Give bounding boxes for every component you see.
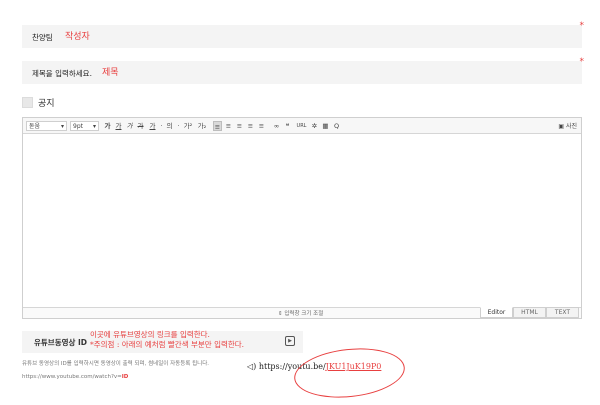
link-icon[interactable]: ∞: [272, 121, 281, 131]
author-field-row[interactable]: 찬양팀 작성자 *: [22, 21, 584, 48]
align-right-button[interactable]: ≡: [235, 121, 244, 131]
font-color-button[interactable]: 가: [148, 121, 157, 131]
chevron-down-icon: ▾: [60, 123, 64, 130]
play-icon[interactable]: ▶: [285, 336, 295, 346]
notice-checkbox[interactable]: [22, 97, 33, 108]
help-url-id: ID: [121, 374, 129, 380]
youtube-id-input[interactable]: 이곳에 유튜브영상의 링크를 입력한다. *주의점 : 아래의 예처럼 빨간색 …: [90, 330, 244, 350]
photo-label: 사진: [565, 123, 577, 130]
rich-text-editor[interactable]: 돋움 ▾ 9pt ▾ 가 가 가 가 가 · 의 · 가² 가₂ ≡ ≡ ≡ ≡…: [22, 117, 582, 319]
size-select-value: 9pt: [73, 123, 83, 130]
font-select-value: 돋움: [29, 123, 41, 130]
highlight-circle: [291, 343, 408, 403]
notice-label: 공지: [38, 99, 55, 109]
youtube-note-line1: 이곳에 유튜브영상의 링크를 입력한다.: [90, 330, 210, 339]
background-color-button[interactable]: 의: [165, 121, 174, 131]
image-icon: ▣: [558, 123, 565, 130]
author-input[interactable]: 작성자: [65, 29, 90, 42]
help-url-prefix: https://www.youtube.com/watch?v=: [22, 374, 122, 380]
strikethrough-button[interactable]: 가: [136, 121, 145, 131]
resize-handle[interactable]: ⇕ 입력창 크기 조절: [278, 309, 323, 317]
editor-mode-tab[interactable]: Editor: [480, 307, 513, 318]
youtube-help-url: https://www.youtube.com/watch?v=ID: [22, 374, 128, 380]
title-label: 제목을 입력하세요.: [32, 69, 92, 78]
editor-content-area[interactable]: [23, 134, 581, 308]
url-button[interactable]: URL: [295, 121, 308, 131]
text-mode-tab[interactable]: TEXT: [546, 307, 579, 318]
italic-button[interactable]: 가: [125, 121, 134, 131]
youtube-note-line2: *주의점 : 아래의 예처럼 빨간색 부분만 입력한다.: [90, 340, 245, 349]
youtube-help-text: 유튜브 동영상의 ID를 입력하시면 동영상이 출력 되며, 썸네일이 자동등록…: [22, 361, 210, 367]
font-select[interactable]: 돋움 ▾: [26, 121, 67, 131]
clear-format-button[interactable]: ≡: [257, 121, 266, 131]
table-icon[interactable]: ▦: [321, 121, 330, 131]
superscript-button[interactable]: 가²: [182, 121, 194, 131]
align-left-button[interactable]: ≡: [213, 121, 222, 131]
required-mark: *: [579, 57, 585, 67]
align-justify-button[interactable]: ≡: [246, 121, 255, 131]
align-center-button[interactable]: ≡: [224, 121, 233, 131]
author-label: 찬양팀: [32, 33, 53, 42]
title-input[interactable]: 제목: [102, 65, 119, 78]
bold-button[interactable]: 가: [103, 121, 112, 131]
title-field-row[interactable]: 제목을 입력하세요. 제목 *: [22, 57, 584, 84]
editor-toolbar: 돋움 ▾ 9pt ▾ 가 가 가 가 가 · 의 · 가² 가₂ ≡ ≡ ≡ ≡…: [23, 118, 581, 134]
subscript-button[interactable]: 가₂: [196, 121, 208, 131]
editor-footer: ⇕ 입력창 크기 조절 Editor HTML TEXT: [23, 307, 581, 318]
underline-button[interactable]: 가: [114, 121, 123, 131]
youtube-id-label: 유튜브동영상 ID: [34, 338, 88, 347]
chevron-down-icon: ▾: [92, 123, 96, 130]
quote-icon[interactable]: ❝: [283, 121, 292, 131]
speaker-icon: ◁): [247, 362, 257, 371]
special-char-icon[interactable]: ✲: [310, 121, 319, 131]
search-icon[interactable]: Q: [332, 121, 341, 131]
required-mark: *: [579, 21, 585, 31]
photo-button[interactable]: ▣ 사진: [558, 121, 577, 130]
youtube-id-row[interactable]: 유튜브동영상 ID 이곳에 유튜브영상의 링크를 입력한다. *주의점 : 아래…: [22, 330, 303, 353]
size-select[interactable]: 9pt ▾: [70, 121, 99, 131]
html-mode-tab[interactable]: HTML: [513, 307, 546, 318]
